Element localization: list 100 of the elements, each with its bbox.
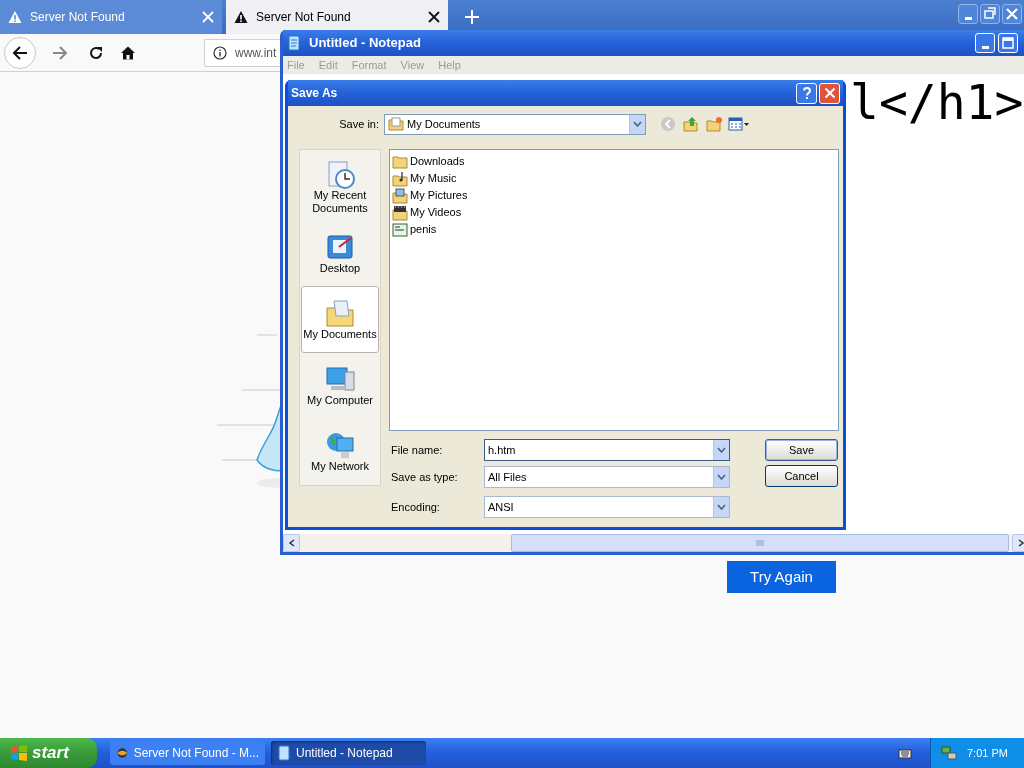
- close-icon[interactable]: [428, 11, 440, 23]
- clock-document-icon: [325, 159, 355, 190]
- file-name: My Videos: [410, 205, 462, 221]
- back-button[interactable]: [4, 36, 36, 69]
- chevron-down-icon: [717, 474, 726, 480]
- chevron-down-icon: [717, 447, 726, 453]
- field-label: File name:: [390, 442, 444, 458]
- browser-tab[interactable]: Server Not Found: [226, 0, 448, 34]
- pictures-folder-icon: [392, 187, 408, 204]
- window-minimize-button[interactable]: [958, 4, 978, 24]
- browser-icon: [116, 745, 129, 761]
- close-icon: [823, 87, 836, 99]
- documents-folder-icon: [325, 298, 355, 328]
- text-file-icon: [392, 221, 408, 238]
- dropdown[interactable]: All Files: [484, 466, 730, 488]
- address-bar[interactable]: www.int: [204, 38, 282, 67]
- window-maximize-button[interactable]: [998, 33, 1018, 53]
- field-label: Save as type:: [390, 469, 459, 485]
- places-item[interactable]: Desktop: [301, 220, 379, 287]
- places-label: My Recent Documents: [311, 189, 369, 216]
- window-title: Untitled - Notepad: [309, 34, 421, 53]
- url-text: www.int: [235, 44, 277, 62]
- notepad-icon: [277, 745, 291, 761]
- places-label: My Documents: [302, 328, 378, 341]
- clock: 7:01 PM: [967, 745, 1008, 761]
- reload-icon[interactable]: [88, 44, 104, 61]
- field-label: Save in:: [338, 116, 380, 132]
- question-mark-icon: [800, 86, 813, 100]
- minimize-icon: [964, 16, 972, 20]
- places-label: Desktop: [318, 261, 362, 275]
- chevron-down-icon: [717, 504, 726, 510]
- forward-arrow-icon[interactable]: [52, 44, 68, 61]
- window-restore-button[interactable]: [980, 4, 1000, 24]
- minimize-icon: [981, 45, 989, 49]
- file-name: My Pictures: [410, 188, 468, 204]
- network-icon: [325, 430, 355, 461]
- task-label: Untitled - Notepad: [296, 745, 393, 762]
- chevron-down-icon: [633, 121, 642, 127]
- tab-title: Server Not Found: [256, 9, 352, 26]
- places-item[interactable]: My Computer: [301, 352, 379, 419]
- try-again-button[interactable]: Try Again: [727, 561, 836, 593]
- places-label: My Computer: [306, 394, 374, 408]
- tab-title: Server Not Found: [30, 9, 126, 26]
- file-list[interactable]: Downloads My Music My Pictures My Videos penis: [389, 149, 839, 431]
- list-entry[interactable]: My Videos: [392, 204, 462, 221]
- taskbar-button[interactable]: Untitled - Notepad: [271, 741, 426, 765]
- field-value: All Files: [488, 469, 528, 485]
- dropdown-arrow-button[interactable]: [629, 114, 645, 134]
- dropdown-value: My Documents: [407, 116, 482, 132]
- warning-icon: [234, 10, 248, 24]
- new-folder-icon[interactable]: [706, 116, 723, 132]
- warning-icon: [8, 10, 22, 24]
- list-entry[interactable]: My Pictures: [392, 187, 468, 204]
- view-menu-icon[interactable]: [728, 117, 750, 131]
- horizontal-scrollbar[interactable]: [283, 534, 1024, 552]
- file-name: penis: [410, 222, 437, 238]
- dialog-title: Save As: [291, 85, 339, 102]
- places-item[interactable]: My Documents: [301, 286, 379, 353]
- new-tab-icon[interactable]: [464, 9, 480, 25]
- field-value: h.htm: [488, 442, 517, 458]
- scroll-thumb[interactable]: [511, 534, 1009, 552]
- file-name: Downloads: [410, 154, 465, 170]
- dropdown-arrow-button[interactable]: [713, 440, 729, 460]
- help-button[interactable]: [796, 82, 817, 104]
- maximize-icon: [999, 34, 1017, 52]
- list-entry[interactable]: Downloads: [392, 153, 465, 170]
- dropdown-arrow-button[interactable]: [713, 467, 729, 487]
- keyboard-icon[interactable]: [898, 747, 912, 759]
- list-entry[interactable]: My Music: [392, 170, 457, 187]
- up-folder-icon[interactable]: [683, 116, 699, 132]
- dropdown[interactable]: ANSI: [484, 496, 730, 518]
- close-button[interactable]: [819, 82, 840, 104]
- field-value: ANSI: [488, 499, 515, 515]
- info-icon: [213, 45, 227, 60]
- taskbar-button[interactable]: Server Not Found - M...: [110, 741, 265, 765]
- task-label: Server Not Found - M...: [133, 745, 259, 762]
- places-label: My Network: [309, 460, 371, 474]
- network-connection-icon[interactable]: [941, 745, 957, 761]
- dropdown-arrow-button[interactable]: [713, 497, 729, 517]
- dialog-button[interactable]: Cancel: [765, 465, 838, 487]
- save-in-dropdown[interactable]: My Documents: [384, 113, 646, 135]
- scroll-right-button[interactable]: [1012, 534, 1024, 552]
- file-name: My Music: [410, 171, 457, 187]
- home-icon[interactable]: [120, 44, 136, 61]
- music-folder-icon: [392, 170, 408, 187]
- scroll-left-button[interactable]: [283, 534, 300, 552]
- list-entry[interactable]: penis: [392, 221, 437, 238]
- editor-text: l</h1>: [850, 74, 1024, 130]
- windows-flag-icon: [10, 744, 28, 762]
- documents-folder-icon: [388, 117, 404, 131]
- back-arrow-icon: [12, 44, 28, 61]
- start-button[interactable]: start: [0, 738, 97, 768]
- grip-icon: [756, 539, 764, 547]
- places-item[interactable]: My Network: [301, 418, 379, 485]
- places-item[interactable]: My Recent Documents: [301, 154, 379, 221]
- dialog-button[interactable]: Save: [765, 439, 838, 461]
- field-label: Encoding:: [390, 499, 441, 515]
- notepad-icon: [287, 35, 301, 51]
- file-name-field[interactable]: h.htm: [484, 439, 730, 461]
- window-close-button[interactable]: [1002, 4, 1022, 24]
